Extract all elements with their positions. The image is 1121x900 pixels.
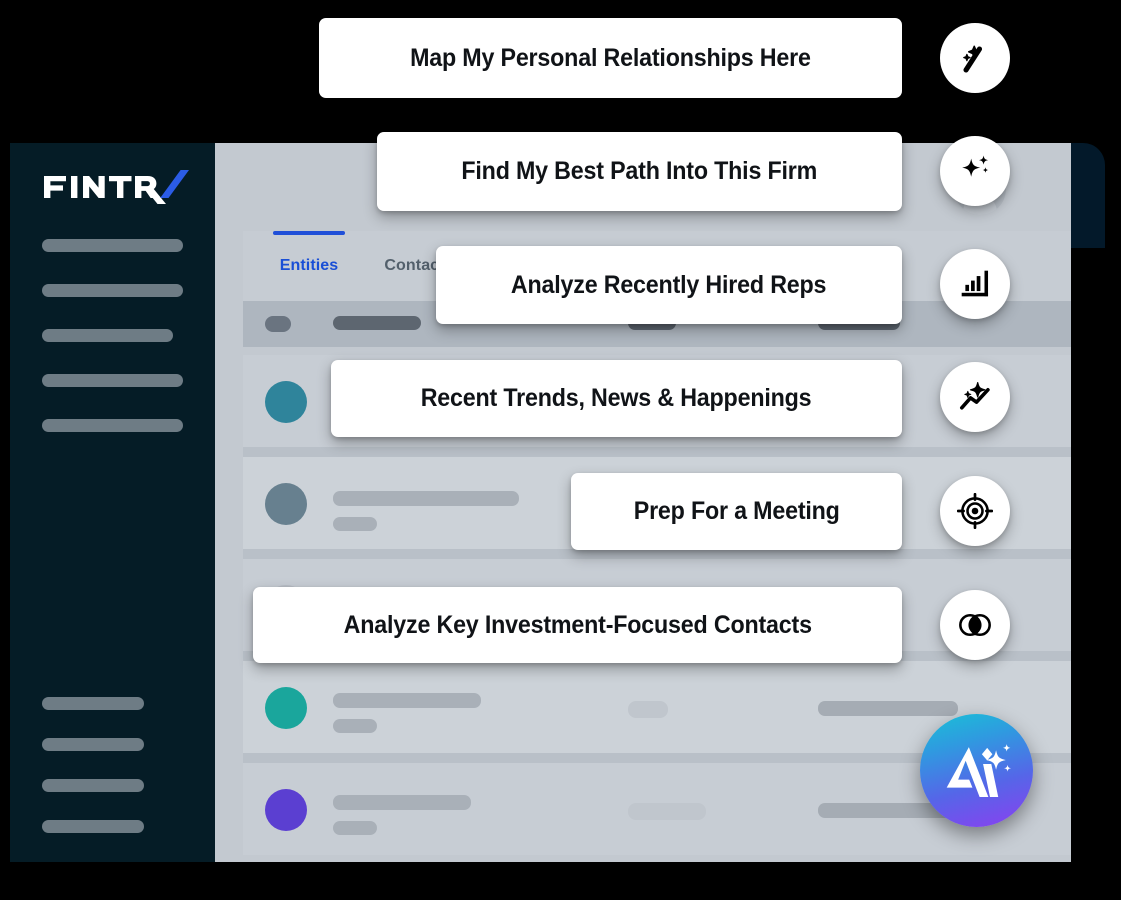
- sidebar-nav-placeholder-1[interactable]: [42, 239, 183, 252]
- venn-icon: [956, 606, 994, 644]
- sidebar-nav-placeholder-3[interactable]: [42, 329, 173, 342]
- row-middle-placeholder: [628, 701, 668, 718]
- magic-wand-icon-bubble[interactable]: [940, 23, 1010, 93]
- sidebar-nav-placeholder-4[interactable]: [42, 374, 183, 387]
- row-title-placeholder: [333, 491, 519, 506]
- table-header-select-all[interactable]: [265, 316, 291, 332]
- target-icon: [957, 493, 993, 529]
- row-title-placeholder: [333, 795, 471, 810]
- bar-chart-icon-bubble[interactable]: [940, 249, 1010, 319]
- row-avatar: [265, 789, 307, 831]
- row-title-placeholder: [333, 693, 481, 708]
- row-subtitle-placeholder: [333, 517, 377, 531]
- table-header-cell-1[interactable]: [333, 316, 421, 330]
- prompt-card-recent-trends[interactable]: Recent Trends, News & Happenings: [331, 360, 902, 437]
- row-divider: [243, 447, 1071, 457]
- screenshot-stage: Entities Contacts Map My Personal Relati…: [0, 0, 1121, 900]
- prompt-card-label: Prep For a Meeting: [633, 497, 840, 525]
- ai-logo-icon: [938, 732, 1016, 810]
- sidebar: [10, 143, 215, 862]
- prompt-card-label: Find My Best Path Into This Firm: [461, 157, 818, 185]
- prompt-card-label: Analyze Recently Hired Reps: [511, 270, 827, 299]
- sidebar-footer-placeholder-3[interactable]: [42, 779, 144, 792]
- prompt-card-label: Analyze Key Investment-Focused Contacts: [343, 610, 812, 639]
- prompt-card-find-path[interactable]: Find My Best Path Into This Firm: [377, 132, 902, 211]
- prompt-card-analyze-reps[interactable]: Analyze Recently Hired Reps: [436, 246, 902, 324]
- prompt-card-prep-meeting[interactable]: Prep For a Meeting: [571, 473, 902, 550]
- prompt-card-map-relationships[interactable]: Map My Personal Relationships Here: [319, 18, 902, 98]
- sidebar-nav-placeholder-2[interactable]: [42, 284, 183, 297]
- row-subtitle-placeholder: [333, 719, 377, 733]
- fintrx-logo: [42, 170, 189, 204]
- sidebar-footer-placeholder-1[interactable]: [42, 697, 144, 710]
- prompt-card-investment-contacts[interactable]: Analyze Key Investment-Focused Contacts: [253, 587, 902, 663]
- sidebar-footer-placeholder-4[interactable]: [42, 820, 144, 833]
- row-avatar: [265, 483, 307, 525]
- magic-wand-icon: [957, 40, 993, 76]
- row-divider: [243, 549, 1071, 559]
- sparkles-icon-bubble[interactable]: [940, 136, 1010, 206]
- ai-assistant-badge[interactable]: [920, 714, 1033, 827]
- row-avatar: [265, 687, 307, 729]
- prompt-card-label: Recent Trends, News & Happenings: [421, 384, 812, 412]
- target-icon-bubble[interactable]: [940, 476, 1010, 546]
- tab-entities-label: Entities: [279, 257, 339, 274]
- prompt-card-label: Map My Personal Relationships Here: [410, 43, 811, 72]
- trending-sparkle-icon: [957, 379, 993, 415]
- tab-entities[interactable]: Entities: [273, 231, 345, 301]
- row-subtitle-placeholder: [333, 821, 377, 835]
- row-middle-placeholder: [628, 803, 706, 820]
- row-avatar: [265, 381, 307, 423]
- sidebar-footer-placeholder-2[interactable]: [42, 738, 144, 751]
- sparkles-icon: [956, 152, 994, 190]
- bar-chart-icon: [958, 267, 992, 301]
- row-right-placeholder: [818, 701, 958, 716]
- venn-icon-bubble[interactable]: [940, 590, 1010, 660]
- trending-sparkle-icon-bubble[interactable]: [940, 362, 1010, 432]
- sidebar-nav-placeholder-5[interactable]: [42, 419, 183, 432]
